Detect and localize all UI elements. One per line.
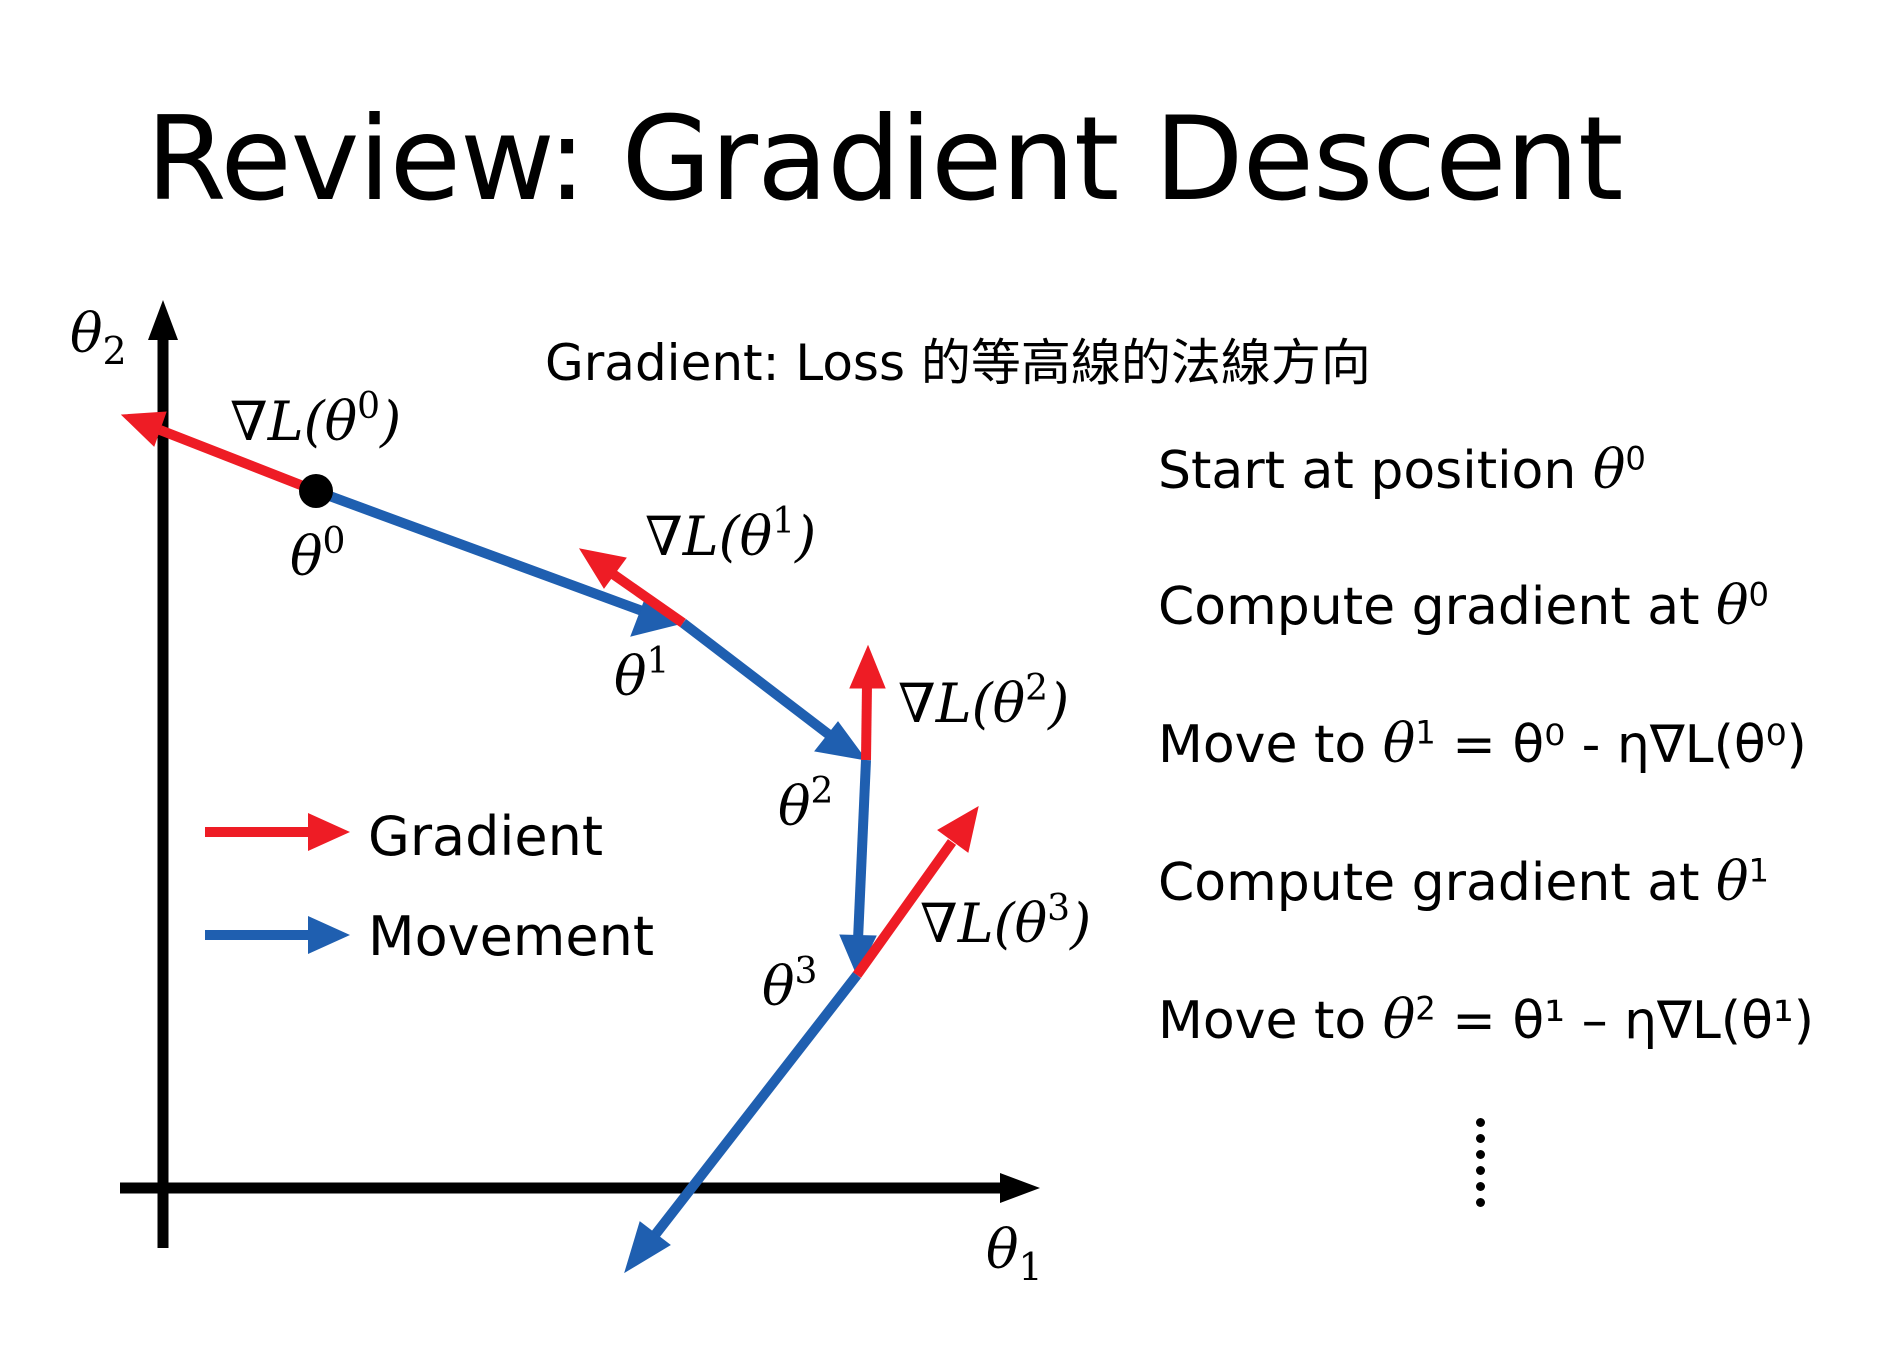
y-axis-label: θ2 [70, 302, 127, 373]
step-text: Move to [1158, 991, 1383, 1051]
step-compute-0: Compute gradient at θ0 [1158, 574, 1769, 637]
point-label-3: θ3 [762, 951, 817, 1018]
step-move-2: Move to θ2 = θ¹ – η∇L(θ¹) [1158, 988, 1814, 1051]
point-label-0: θ0 [290, 521, 345, 588]
gradient-note: Gradient: Loss 的等高線的法線方向 [545, 334, 1371, 392]
movement-arrow-3-4 [651, 971, 861, 1239]
legend-movement-arrowhead [308, 916, 350, 954]
step-start: Start at position θ0 [1158, 438, 1646, 501]
gradient-label-3: ∇L(θ3) [920, 888, 1091, 955]
legend: Gradient Movement [205, 805, 654, 968]
y-axis-arrowhead [148, 300, 178, 340]
step-math: θ [1716, 850, 1749, 913]
step-math: θ [1716, 574, 1749, 637]
step-equation: = θ⁰ - η∇L(θ⁰) [1435, 715, 1807, 775]
step-text: Compute gradient at [1158, 577, 1717, 637]
step-sup: 1 [1415, 713, 1436, 752]
x-axis-label: θ1 [986, 1218, 1043, 1289]
step-sup: 2 [1415, 989, 1436, 1028]
step-sup: 0 [1748, 575, 1770, 614]
x-axis-arrowhead [1000, 1173, 1040, 1203]
step-text: Move to [1158, 715, 1383, 775]
gradient-descent-diagram: θ2 θ1 θ0 θ1 θ2 θ3 ∇L(θ0) ∇L(θ1) ∇L(θ2) ∇… [70, 300, 1371, 1289]
step-math: θ [1382, 712, 1416, 775]
step-sup: 0 [1625, 439, 1646, 478]
step-equation: = θ¹ – η∇L(θ¹) [1435, 991, 1815, 1051]
gradient-label-2: ∇L(θ2) [898, 668, 1069, 735]
vertical-ellipsis [1476, 1118, 1490, 1214]
legend-gradient-label: Gradient [368, 805, 603, 868]
step-text: Start at position [1158, 441, 1593, 501]
movement-arrow-0-1 [314, 486, 647, 617]
legend-movement-label: Movement [368, 905, 654, 968]
step-text: Compute gradient at [1158, 853, 1717, 913]
start-point [299, 474, 333, 508]
movement-path [314, 486, 877, 1274]
point-label-1: θ1 [614, 641, 669, 708]
gradient-arrow-2 [861, 683, 872, 761]
step-math: θ [1592, 438, 1626, 501]
gradient-label-1: ∇L(θ1) [645, 501, 816, 568]
gradient-arrows [120, 411, 979, 978]
step-move-1: Move to θ1 = θ⁰ - η∇L(θ⁰) [1158, 712, 1807, 775]
point-label-2: θ2 [778, 771, 833, 838]
step-compute-1: Compute gradient at θ1 [1158, 850, 1769, 913]
step-sup: 1 [1748, 851, 1770, 890]
legend-gradient-arrowhead [308, 813, 350, 851]
movement-arrow-2-3 [853, 759, 871, 941]
movement-arrow-1-2 [679, 619, 840, 744]
gradient-arrowhead-2 [849, 644, 886, 689]
gradient-label-0: ∇L(θ0) [230, 386, 401, 453]
step-math: θ [1382, 988, 1416, 1051]
